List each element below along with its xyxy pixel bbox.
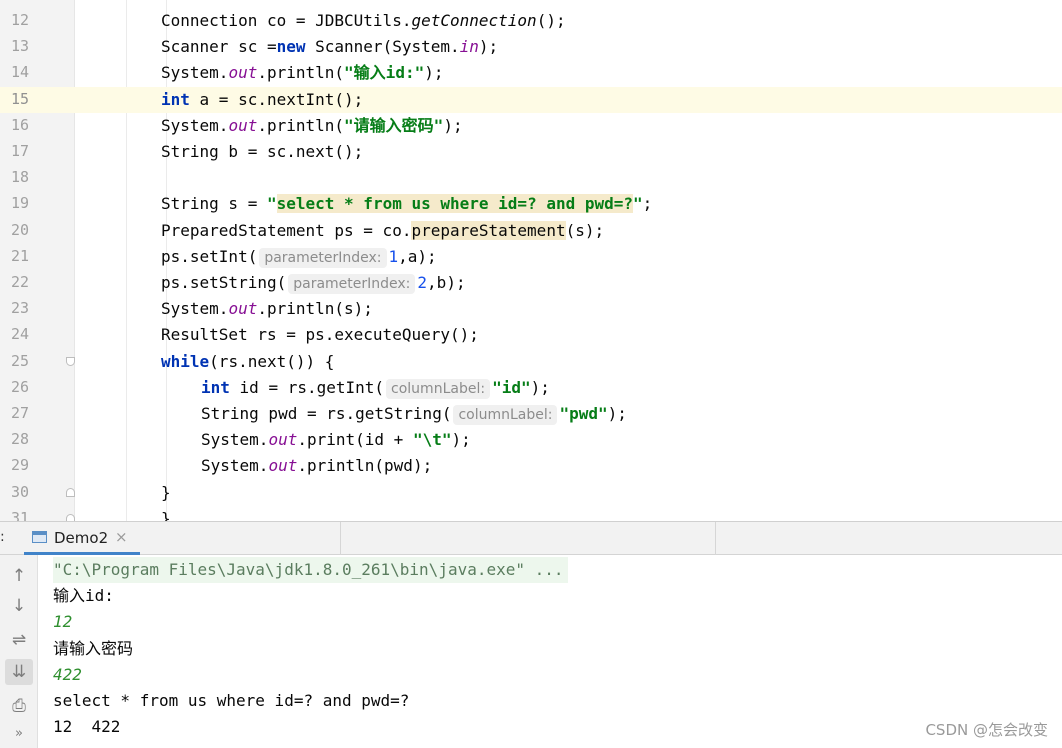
code-text: ps.setInt(parameterIndex: 1,a); [161,246,437,268]
tab-label: Demo2 [54,529,109,547]
code-line: 25 while(rs.next()) { [0,349,1062,375]
console-output[interactable]: "C:\Program Files\Java\jdk1.8.0_261\bin\… [38,555,1062,748]
line-number: 15 [10,89,29,108]
line-number: 28 [10,430,29,449]
code-text: int a = sc.nextInt(); [161,89,364,109]
panel-label: : [0,529,5,545]
code-line: 15 int a = sc.nextInt(); [0,86,1062,113]
fold-marker-icon[interactable] [66,513,75,521]
code-text: System.out.println("请输入密码"); [161,115,463,135]
code-line: 16 System.out.println("请输入密码"); [0,113,1062,139]
code-line: 23 System.out.println(s); [0,296,1062,322]
code-line: 30} [0,480,1062,506]
fold-marker-icon[interactable] [66,356,75,366]
watermark: CSDN @怎会改变 [925,721,1048,739]
code-line: 31} [0,506,1062,521]
print-icon[interactable]: ⎙ [5,693,33,719]
code-line: 17 String b = sc.next(); [0,139,1062,165]
line-number: 30 [10,482,29,501]
code-line: 28 System.out.print(id + "\t"); [0,427,1062,453]
line-number: 25 [10,351,29,370]
line-number: 26 [10,377,29,396]
code-text: System.out.println(s); [161,299,373,319]
code-line: 19 String s = "select * from us where id=… [0,191,1062,217]
line-number: 31 [10,508,29,521]
console-line: 12 [53,612,73,632]
code-line: 22 ps.setString(parameterIndex: 2,b); [0,270,1062,296]
line-number: 13 [10,37,29,56]
code-line: 24 ResultSet rs = ps.executeQuery(); [0,322,1062,348]
code-text: Connection co = JDBCUtils.getConnection(… [161,11,566,30]
line-number: 18 [10,168,29,187]
line-number: 16 [10,115,29,134]
code-lines: 12 Connection co = JDBCUtils.getConnectio… [0,0,1062,521]
arrow-down-icon[interactable]: ↓ [5,593,33,619]
run-toolbar: ↑ ↓ ⇌ ⇊ ⎙ » [0,555,38,748]
code-line: 21 ps.setInt(parameterIndex: 1,a); [0,244,1062,270]
code-line: 29 System.out.println(pwd); [0,453,1062,479]
fold-marker-icon[interactable] [66,487,75,497]
code-text: while(rs.next()) { [161,351,335,371]
code-text: System.out.print(id + "\t"); [201,430,471,450]
line-number: 20 [10,220,29,239]
line-number: 17 [10,142,29,160]
line-number: 27 [10,404,29,422]
tab-demo2[interactable]: Demo2 × [24,522,140,555]
console-line: 请输入密码 [53,638,134,658]
run-panel-header: : Demo2 × [0,521,1062,555]
code-text: System.out.println(pwd); [201,456,433,476]
code-text: String b = sc.next(); [161,142,364,161]
console-line: 输入id: [53,586,114,606]
console-line: 422 [53,664,82,684]
code-text: String pwd = rs.getString(columnLabel: "p… [201,404,627,425]
code-line: 27 String pwd = rs.getString(columnLabel:… [0,401,1062,427]
line-number: 19 [10,194,29,213]
header-divider [340,522,341,555]
code-text: } [161,482,171,502]
console-line: 12 422 [53,717,121,737]
code-text: System.out.println("输入id:"); [161,63,444,83]
code-text: PreparedStatement ps = co.prepareStateme… [161,220,605,240]
arrow-up-icon[interactable]: ↑ [5,563,33,589]
line-number: 14 [10,63,29,82]
line-number: 24 [10,325,29,344]
line-number: 23 [10,299,29,318]
code-line: 13 Scanner sc =new Scanner(System.in); [0,34,1062,60]
soft-wrap-icon[interactable]: ⇌ [5,627,33,653]
code-text: } [161,508,171,521]
code-text: String s = "select * from us where id=? … [161,194,653,214]
line-number: 22 [10,273,29,291]
code-line: 20 PreparedStatement ps = co.prepareState… [0,218,1062,244]
line-number: 29 [10,456,29,475]
line-number: 12 [10,11,29,29]
code-line: 12 Connection co = JDBCUtils.getConnectio… [0,8,1062,34]
code-line: 14 System.out.println("输入id:"); [0,60,1062,86]
code-text: int id = rs.getInt(columnLabel: "id"); [201,377,550,399]
code-line: 26 int id = rs.getInt(columnLabel: "id"); [0,375,1062,401]
code-line: 18 [0,165,1062,191]
scroll-to-end-icon[interactable]: ⇊ [5,659,33,685]
line-number: 21 [10,246,29,265]
close-icon[interactable]: × [115,528,128,546]
header-divider [715,522,716,555]
code-text: Scanner sc =new Scanner(System.in); [161,37,499,57]
console-window-icon [32,531,47,543]
code-editor[interactable]: 12 Connection co = JDBCUtils.getConnectio… [0,0,1062,521]
console-line: "C:\Program Files\Java\jdk1.8.0_261\bin\… [53,557,568,583]
console-line: select * from us where id=? and pwd=? [53,691,410,710]
more-icon[interactable]: » [5,721,33,747]
code-text: ps.setString(parameterIndex: 2,b); [161,273,466,294]
code-text: ResultSet rs = ps.executeQuery(); [161,325,479,345]
